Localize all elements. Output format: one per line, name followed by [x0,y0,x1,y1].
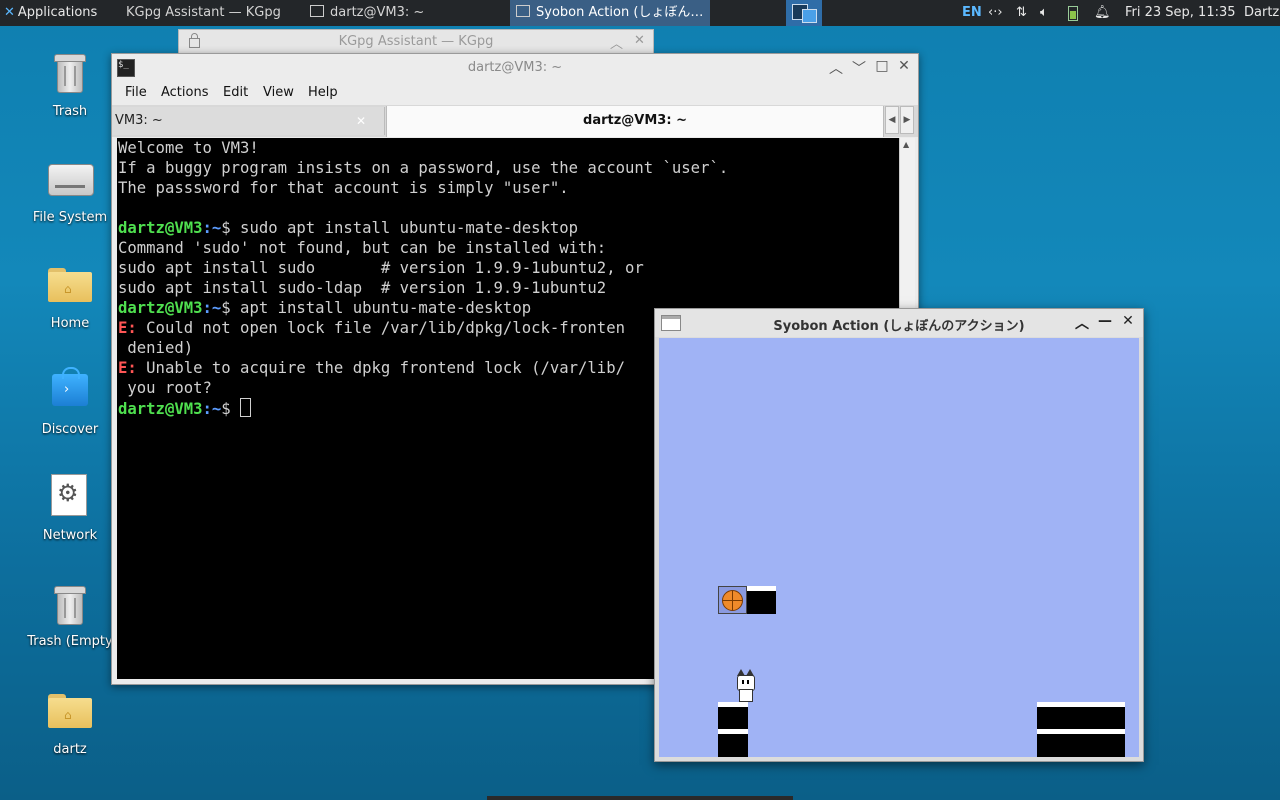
applications-label: Applications [17,5,98,20]
brick-block [747,591,776,614]
terminal-line: If a buggy program insists on a password… [118,159,729,177]
cat-player [736,669,755,702]
close-tab-icon[interactable]: ✕ [356,107,366,135]
error-prefix: E: [118,359,137,377]
desktop-icon-label: dartz [53,742,87,757]
terminal-line: Welcome to VM3! [118,139,259,157]
desktop-icon-label: Home [50,316,90,331]
scroll-up-icon[interactable]: ▲ [903,140,909,149]
desktop-icon-label: Trash (Empty [27,634,113,649]
tab-scroll-left-button[interactable]: ◀ [885,106,899,134]
ground-block [718,707,748,729]
text-cursor [240,398,252,417]
volume-icon[interactable]: 🔈︎ [1040,0,1048,26]
tab-vm3[interactable]: VM3: ~ ✕ [112,107,385,135]
ground-block [1037,734,1125,757]
prompt-user: dartz@VM3 [118,400,203,418]
error-prefix: E: [118,319,137,337]
menu-view[interactable]: View [263,85,294,100]
question-block [718,586,747,614]
ball-icon [722,590,743,611]
tab-label: VM3: ~ [115,113,163,128]
menu-edit[interactable]: Edit [223,85,248,100]
close-button[interactable]: ✕ [1119,313,1137,329]
trash-icon [54,52,86,93]
window-title: KGpg Assistant — KGpg [338,34,494,49]
terminal-line: sudo apt install sudo # version 1.9.9-1u… [118,259,644,277]
command-text: $ apt install ubuntu-mate-desktop [221,299,532,317]
terminal-line: The passsword for that account is simply… [118,179,569,197]
dock-edge[interactable] [487,796,793,800]
game-canvas[interactable] [659,338,1139,757]
kgpg-window[interactable]: KGpg Assistant — KGpg ︿ ✕ [178,29,654,54]
taskbar-item-syobon[interactable]: Syobon Action (しょぼん… [510,0,710,26]
menubar: File Actions Edit View Help [112,82,918,104]
network-icon[interactable]: ‹·› [988,0,1003,26]
xfce-menu-icon: ✕ [4,5,15,20]
terminal-line: Command 'sudo' not found, but can be ins… [118,239,607,257]
window-title: Syobon Action (しょぼんのアクション) [773,319,1025,334]
keep-above-button[interactable]: ︿ [1073,313,1091,333]
error-text: Unable to acquire the dpkg frontend lock… [136,359,625,377]
desktop-icon-label: Discover [41,422,99,437]
ground-block [718,734,748,757]
tab-scroll-right-button[interactable]: ▶ [900,106,914,134]
window-title: dartz@VM3: ~ [467,60,563,75]
drive-icon [48,164,94,196]
prompt-user: dartz@VM3 [118,219,203,237]
applications-menu-button[interactable]: ✕ Applications [0,0,114,26]
home-folder-icon: ⌂ [48,694,92,728]
taskbar-label: KGpg Assistant — KGpg [126,5,281,20]
syobon-window[interactable]: Syobon Action (しょぼんのアクション) ︿ — ✕ [654,308,1144,762]
clock[interactable]: Fri 23 Sep, 11:35 [1125,0,1236,26]
top-panel: ✕ Applications KGpg Assistant — KGpg dart… [0,0,1280,26]
menu-actions[interactable]: Actions [161,85,209,100]
minimize-button[interactable]: ︿ [610,33,623,52]
keyboard-layout-indicator[interactable]: EN [962,0,982,26]
menu-help[interactable]: Help [308,85,338,100]
taskbar-item-terminal[interactable]: dartz@VM3: ~ [310,0,500,26]
trash-icon [54,584,86,625]
desktop-icon-label: File System [32,210,108,225]
discover-icon: › [52,367,88,406]
prompt-path: :~ [202,400,222,418]
bell-icon[interactable]: 🔔︎ [1094,0,1111,26]
taskbar-label: dartz@VM3: ~ [330,5,425,20]
terminal-prompt-line: dartz@VM3:~$ sudo apt install ubuntu-mat… [117,218,899,238]
tab-bar: VM3: ~ ✕ dartz@VM3: ~ [112,105,918,137]
window-titlebar[interactable]: Syobon Action (しょぼんのアクション) ︿ — ✕ [655,309,1143,337]
gear-icon: ⚙ [51,474,87,516]
terminal-line: sudo apt install sudo-ldap # version 1.9… [118,279,607,297]
taskbar-label: Syobon Action (しょぼん… [536,5,704,20]
close-button[interactable]: ✕ [634,33,645,48]
desktop-icon-label: Network [42,528,98,543]
close-button[interactable]: ✕ [895,58,913,74]
maximize-button[interactable]: □ [873,58,891,74]
ground-block [1037,707,1125,729]
prompt-path: :~ [202,299,222,317]
prompt-user: dartz@VM3 [118,299,203,317]
user-menu[interactable]: Dartz [1244,0,1279,26]
desktop-icon-label: Trash [52,104,88,119]
menu-file[interactable]: File [125,85,147,100]
prompt-path: :~ [202,219,222,237]
home-folder-icon: ⌂ [48,268,92,302]
command-text: $ sudo apt install ubuntu-mate-desktop [221,219,579,237]
command-text: $ [221,400,241,418]
taskbar-item-kgpg[interactable]: KGpg Assistant — KGpg [126,0,306,26]
tab-label: dartz@VM3: ~ [583,113,687,128]
error-text: Could not open lock file /var/lib/dpkg/l… [136,319,625,337]
tab-dartz[interactable]: dartz@VM3: ~ [386,106,884,137]
window-titlebar[interactable]: $_ dartz@VM3: ~ ︿ ﹀ □ ✕ [112,54,918,82]
updown-icon[interactable]: ⇅ [1016,0,1027,26]
workspace-thumb [802,9,817,23]
window-icon [516,5,530,17]
keep-above-button[interactable]: ︿ [827,58,845,78]
minimize-button[interactable]: ﹀ [850,58,868,78]
terminal-icon [310,5,324,17]
battery-icon[interactable] [1068,6,1078,21]
workspace-switcher[interactable] [786,0,822,26]
minimize-button[interactable]: — [1096,313,1114,329]
